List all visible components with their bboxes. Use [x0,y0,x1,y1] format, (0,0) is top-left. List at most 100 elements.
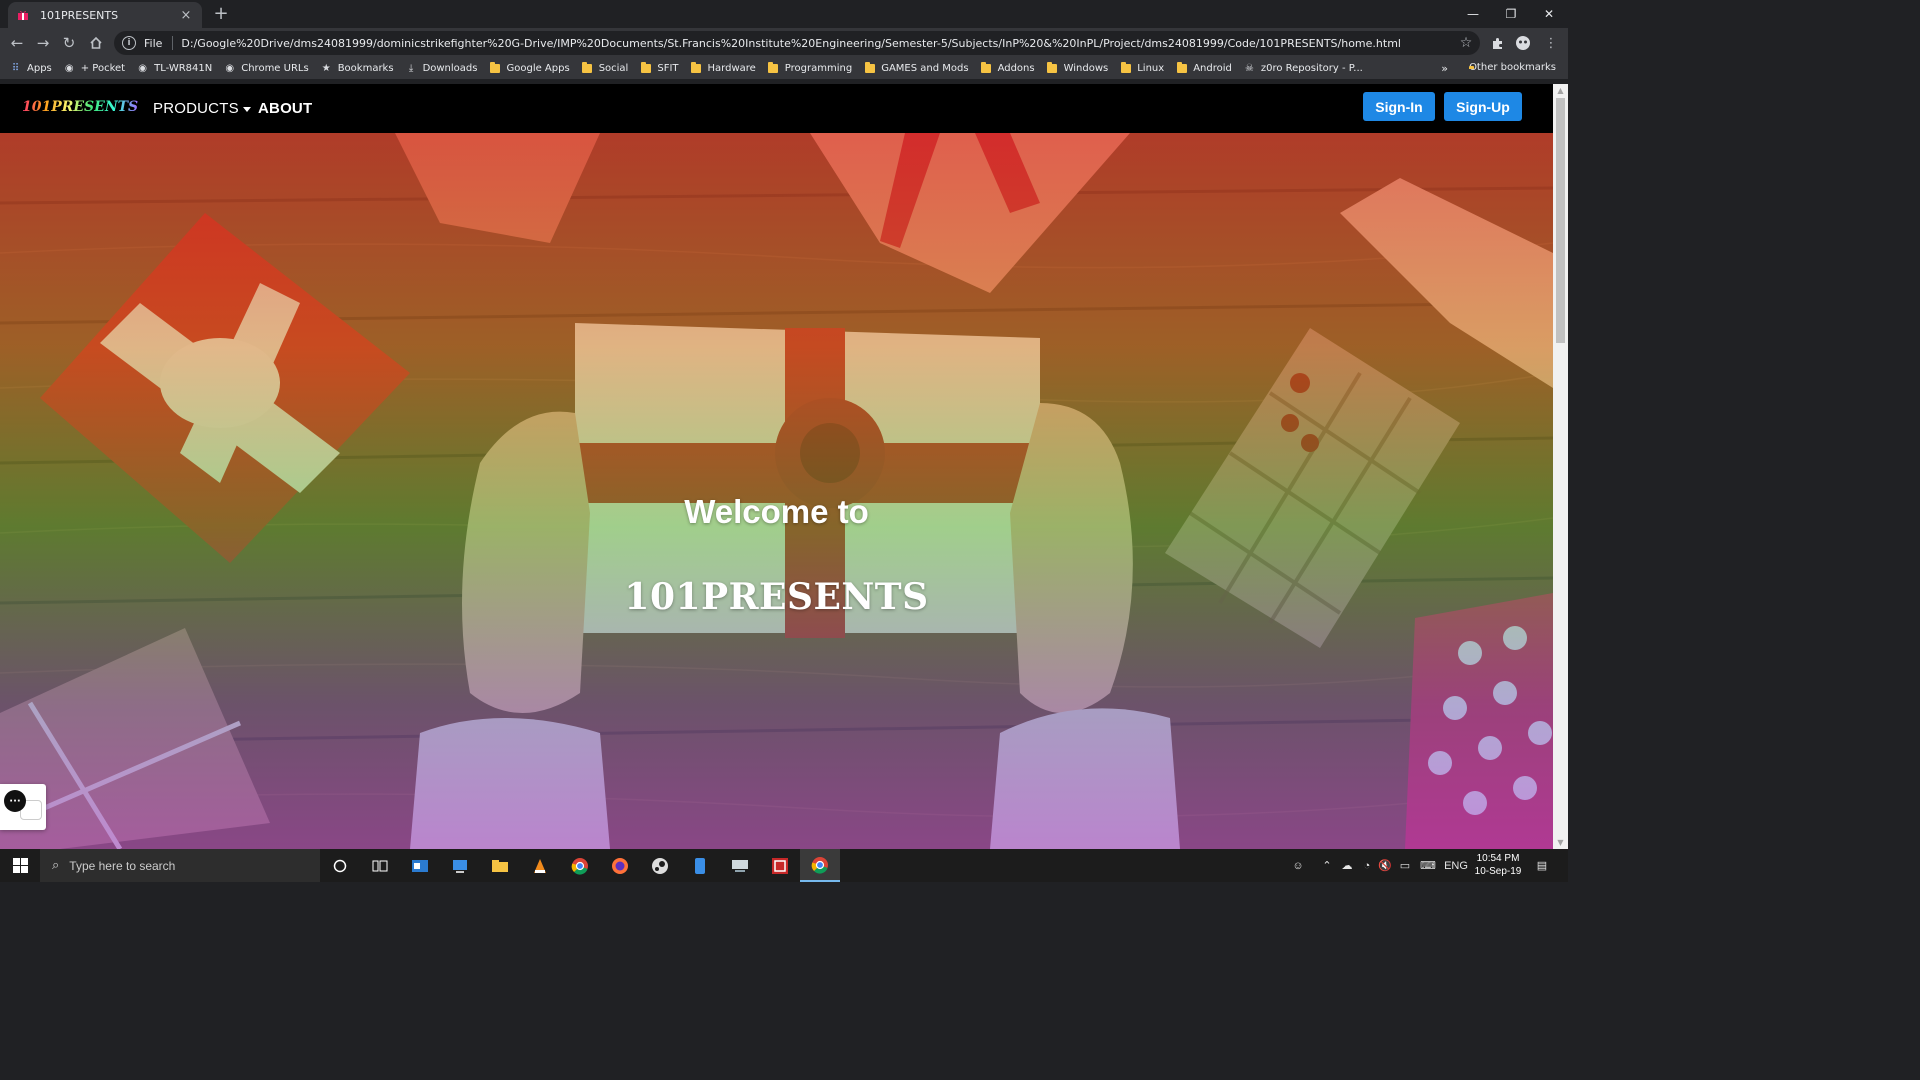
action-center-icon[interactable]: ▤ [1530,849,1554,882]
hero-banner: Welcome to 101PRESENTS ··· [0,133,1553,849]
firefox-icon[interactable] [600,849,640,882]
network-app-icon[interactable] [720,849,760,882]
new-tab-button[interactable]: + [210,4,232,26]
windows-start-icon[interactable] [0,849,40,882]
keyboard-icon[interactable]: ⌨ [1416,849,1440,882]
bookmark-item[interactable]: Programming [768,62,853,74]
bookmark-item[interactable]: Addons [981,62,1035,74]
wifi-icon[interactable]: ◔ [1358,849,1376,882]
browser-toolbar: ← → ↻ i File D:/Google%20Drive/dms240819… [0,28,1568,58]
home-icon[interactable] [85,32,107,54]
taskbar-search-box[interactable]: ⌕ Type here to search [40,849,320,882]
bookmark-item[interactable]: ⠿ Apps [10,63,52,74]
file-explorer-icon[interactable] [480,849,520,882]
battery-icon[interactable]: ▭ [1396,849,1414,882]
bookmark-item[interactable]: Windows [1047,62,1109,74]
bookmarks-overflow-button[interactable]: » [1441,62,1448,75]
folder-icon [768,62,779,74]
bookmark-item[interactable]: SFIT [640,62,679,74]
bookmark-item[interactable]: ◉ + Pocket [64,63,125,74]
tray-chevron-up-icon[interactable]: ⌃ [1318,849,1336,882]
page-scrollbar[interactable]: ▲ ▼ [1553,84,1568,849]
sign-up-button[interactable]: Sign-Up [1444,92,1522,121]
browser-tab[interactable]: 101PRESENTS × [8,2,202,28]
scroll-down-arrow-icon[interactable]: ▼ [1556,838,1565,847]
chrome-icon[interactable] [560,849,600,882]
sign-in-button[interactable]: Sign-In [1363,92,1435,121]
hero-welcome-heading: Welcome to [684,493,869,530]
address-bar[interactable]: i File D:/Google%20Drive/dms24081999/dom… [114,31,1480,55]
language-indicator[interactable]: ENG [1442,849,1470,882]
site-logo[interactable]: 101PRESENTS [20,96,138,118]
bookmark-label: TL-WR841N [154,63,213,74]
bookmark-label: Hardware [707,63,756,74]
back-arrow-icon[interactable]: ← [6,32,28,54]
windows-taskbar: ⌕ Type here to search ☺ ⌃ ☁ ◔ 🔇 ▭ ⌨ ENG … [0,849,1568,882]
globe-icon: ◉ [138,63,147,74]
site-info-icon[interactable]: i [122,36,136,50]
presentation-app-icon[interactable] [760,849,800,882]
window-minimize-button[interactable]: — [1454,0,1492,28]
volume-muted-icon[interactable]: 🔇 [1376,849,1394,882]
bookmark-item[interactable]: ★ Bookmarks [321,63,394,74]
bookmark-label: Linux [1137,63,1165,74]
chrome-active-icon[interactable] [800,849,840,882]
bookmark-item[interactable]: Social [582,62,628,74]
download-icon: ⤓ [408,63,414,74]
window-restore-button[interactable]: ❐ [1492,0,1530,28]
bookmark-label: Bookmarks [337,63,394,74]
bookmark-item[interactable]: Hardware [691,62,756,74]
forward-arrow-icon[interactable]: → [32,32,54,54]
bookmark-label: Windows [1063,63,1109,74]
tab-close-icon[interactable]: × [178,8,194,23]
clock-time: 10:54 PM [1476,853,1520,864]
search-icon: ⌕ [52,858,60,873]
task-view-icon[interactable] [360,849,400,882]
people-icon[interactable]: ☺ [1286,849,1310,882]
other-bookmarks-label: Other bookmarks [1469,62,1556,73]
bookmark-item[interactable]: Linux [1120,62,1165,74]
browser-menu-icon[interactable]: ⋮ [1540,32,1562,54]
chat-widget-button[interactable]: ··· [0,784,46,830]
browser-tab-strip: 101PRESENTS × + — ❐ ✕ [0,0,1568,28]
nav-products-dropdown[interactable]: PRODUCTS [153,100,251,117]
hero-color-overlay [0,133,1553,849]
steam-icon[interactable] [640,849,680,882]
extensions-puzzle-icon[interactable] [1486,32,1508,54]
bookmarks-bar: ⠿ Apps ◉ + Pocket ◉ TL-WR841N ◉ Chrome URLs ★ Boo… [0,58,1568,80]
bookmark-label: SFIT [657,63,679,74]
cortana-icon[interactable] [320,849,360,882]
bookmark-item[interactable]: ◉ TL-WR841N [137,63,212,74]
bookmark-item[interactable]: GAMES and Mods [864,62,969,74]
vm-app-icon[interactable] [440,849,480,882]
web-page: 101PRESENTS PRODUCTS ABOUT Sign-In Sign-… [0,84,1553,849]
bookmark-item[interactable]: ⤓ Downloads [406,63,478,74]
reload-icon[interactable]: ↻ [58,32,80,54]
bookmark-label: + Pocket [80,63,126,74]
scrollbar-thumb[interactable] [1556,98,1565,343]
bookmark-label: Apps [27,63,52,74]
bookmark-item[interactable]: ☠ z0ro Repository - P... [1244,63,1363,74]
bookmark-item[interactable]: Android [1176,62,1232,74]
chat-dots-icon: ··· [4,790,26,812]
profile-avatar-icon[interactable] [1512,32,1534,54]
scroll-up-arrow-icon[interactable]: ▲ [1556,86,1565,95]
taskbar-clock[interactable]: 10:54 PM 10-Sep-19 [1468,852,1528,878]
window-close-button[interactable]: ✕ [1530,0,1568,28]
site-favicon-icon [16,8,30,22]
other-bookmarks-folder[interactable]: Other bookmarks [1469,62,1556,73]
nav-products-label: PRODUCTS [153,100,239,117]
onedrive-cloud-icon[interactable]: ☁ [1338,849,1356,882]
bookmark-label: Google Apps [506,63,570,74]
folder-icon [864,62,875,74]
vlc-icon[interactable] [520,849,560,882]
nav-about-link[interactable]: ABOUT [258,100,312,117]
phone-app-icon[interactable] [680,849,720,882]
bookmark-item[interactable]: ◉ Chrome URLs [224,63,308,74]
bookmark-item[interactable]: Google Apps [489,62,570,74]
logo-text: 101PRESENTS [22,99,139,115]
outlook-app-icon[interactable] [400,849,440,882]
url-text[interactable]: D:/Google%20Drive/dms24081999/dominicstr… [181,37,1452,50]
bookmark-label: Programming [784,63,853,74]
bookmark-star-icon[interactable]: ☆ [1452,35,1480,51]
